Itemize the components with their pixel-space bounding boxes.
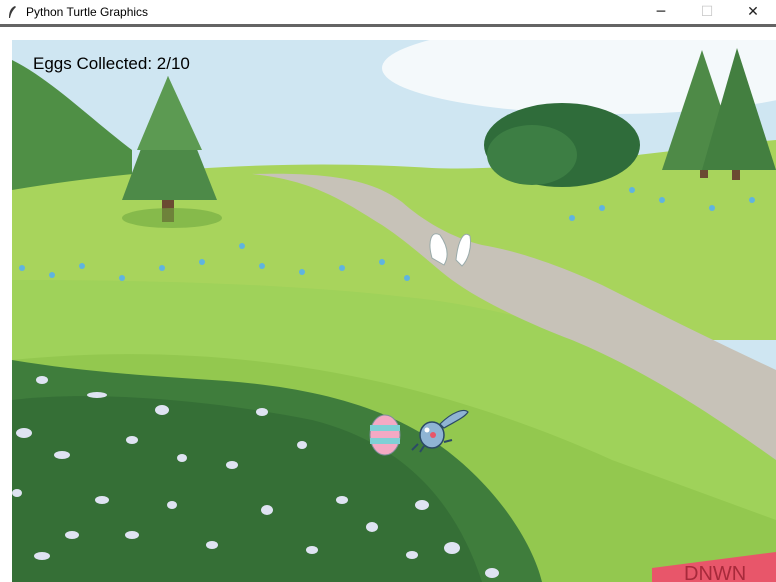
close-button[interactable]: ✕ xyxy=(730,0,776,24)
game-scene: DNWN xyxy=(12,40,776,582)
feather-icon xyxy=(4,4,20,20)
eggs-collected-label: Eggs Collected: 2/10 xyxy=(33,54,190,73)
window-title: Python Turtle Graphics xyxy=(26,5,149,19)
easter-egg xyxy=(369,414,401,456)
sign-text: DNWN xyxy=(684,563,746,582)
window-titlebar: Python Turtle Graphics ─ ☐ ✕ xyxy=(0,0,776,24)
minimize-button[interactable]: ─ xyxy=(638,0,684,24)
game-canvas[interactable]: DNWN Eggs Collected: 2/10 xyxy=(12,40,776,582)
maximize-button[interactable]: ☐ xyxy=(684,0,730,24)
